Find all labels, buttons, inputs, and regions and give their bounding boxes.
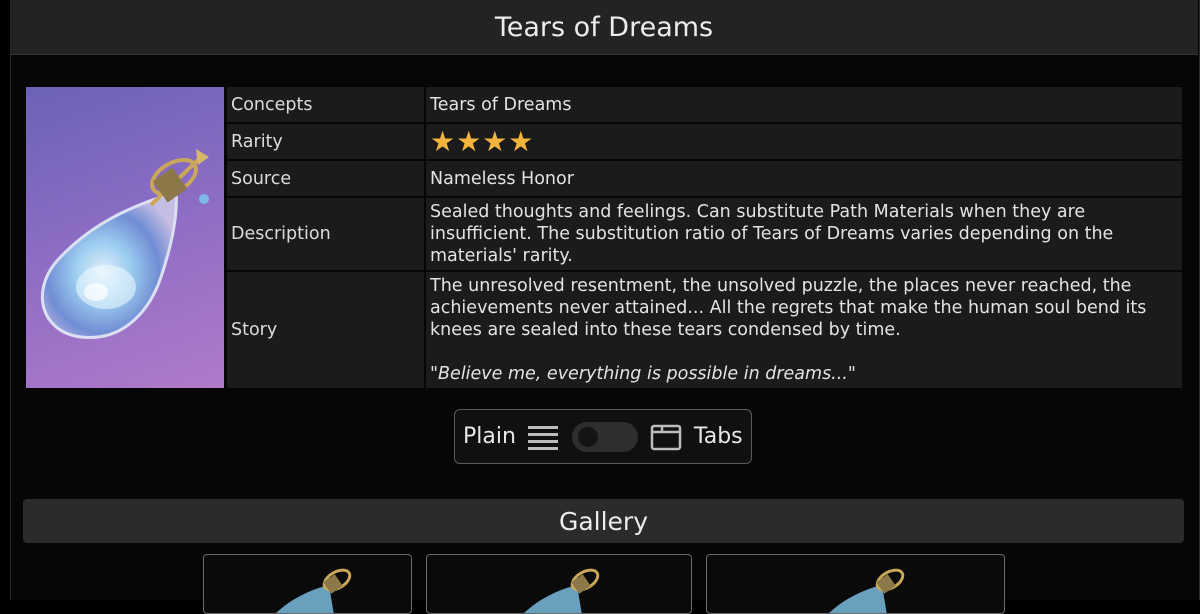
gallery-thumb[interactable] [203,554,412,614]
rarity-stars: ★★★★ [430,124,535,158]
view-toggle-switch[interactable] [571,421,638,452]
description-label: Description [227,198,424,270]
gallery-thumb[interactable] [426,554,692,614]
view-mode-toggle: Plain Tabs [454,409,752,464]
plain-label[interactable]: Plain [463,424,516,449]
tear-drop-pendant-icon [40,149,209,339]
rarity-value: ★★★★ [426,124,1182,159]
description-value: Sealed thoughts and feelings. Can substi… [426,198,1182,270]
row-rarity: Rarity ★★★★ [227,124,1182,159]
row-concepts: Concepts Tears of Dreams [227,87,1182,122]
tear-drop-pendant-icon [524,568,600,613]
gallery-header: Gallery [23,499,1184,543]
story-quote: "Believe me, everything is possible in d… [430,364,856,384]
tear-drop-pendant-icon [276,568,352,613]
concepts-value: Tears of Dreams [426,87,1182,122]
concepts-label: Concepts [227,87,424,122]
story-label: Story [227,272,424,388]
list-icon [527,425,558,450]
page-title-bar: Tears of Dreams [10,0,1198,55]
row-description: Description Sealed thoughts and feelings… [227,198,1182,270]
item-info-table: Concepts Tears of Dreams Rarity ★★★★ Sou… [227,87,1182,390]
page-title: Tears of Dreams [494,11,714,43]
rarity-label: Rarity [227,124,424,159]
tear-drop-pendant-icon [829,568,905,613]
toggle-knob [577,426,598,447]
gallery-thumb[interactable] [706,554,1005,614]
source-label: Source [227,161,424,196]
window-tab-icon [650,424,682,450]
row-source: Source Nameless Honor [227,161,1182,196]
item-image [26,87,224,388]
tabs-label[interactable]: Tabs [694,424,743,449]
source-value: Nameless Honor [426,161,1182,196]
row-story: Story The unresolved resentment, the uns… [227,272,1182,388]
story-value: The unresolved resentment, the unsolved … [426,272,1182,388]
gallery-title: Gallery [558,506,649,536]
story-text: The unresolved resentment, the unsolved … [430,276,1147,340]
